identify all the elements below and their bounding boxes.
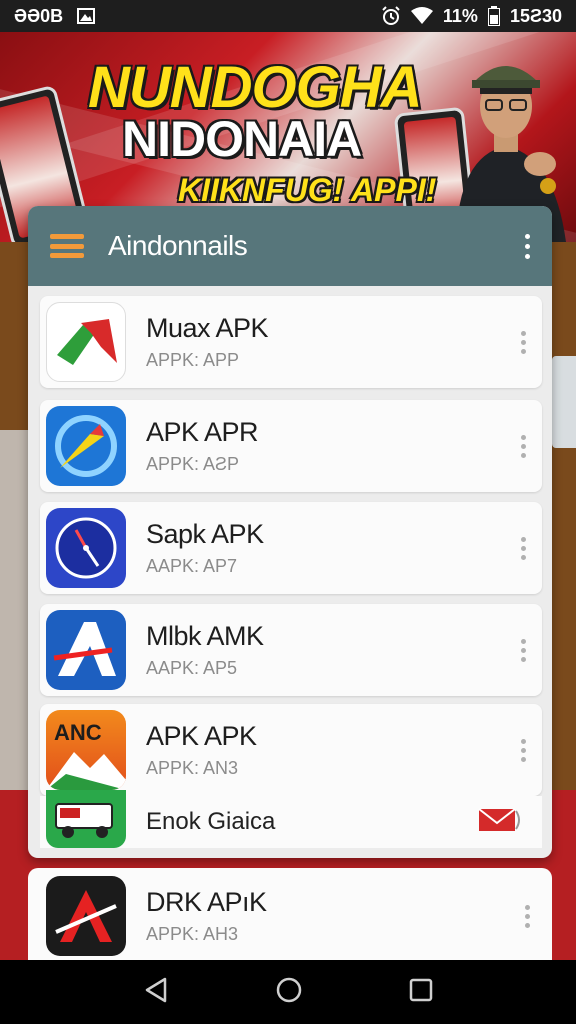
app-list-card: Aindonnails Muax APK APPK: APP APK APR A…	[28, 206, 552, 858]
item-overflow-icon[interactable]	[521, 536, 526, 560]
item-overflow-icon[interactable]	[521, 738, 526, 762]
blue-clock-dial-icon	[46, 508, 126, 588]
app-subtitle: APPK: AN3	[146, 758, 239, 778]
app-subtitle: APPK: AƧP	[146, 454, 240, 474]
app-name: Muax APK	[146, 313, 269, 343]
overflow-menu-icon[interactable]	[525, 233, 530, 259]
status-clock: 15Ƨ30	[509, 5, 562, 26]
back-triangle-icon[interactable]	[143, 977, 169, 1008]
app-name: APK APK	[146, 721, 257, 751]
blue-compass-swoosh-icon	[46, 406, 126, 486]
app-name: APK APR	[146, 417, 259, 447]
hamburger-menu-icon[interactable]	[50, 234, 84, 258]
item-overflow-icon[interactable]	[521, 330, 526, 354]
app-subtitle: AAPK: AP7	[146, 556, 238, 576]
item-overflow-icon[interactable]	[521, 434, 526, 458]
banner-title-line2: NIDONAIA	[122, 111, 362, 167]
list-item[interactable]: ANC APK APK APPK: AN3	[40, 704, 542, 796]
recents-square-icon[interactable]	[409, 978, 433, 1007]
app-bar: Aindonnails	[28, 206, 552, 286]
app-subtitle: APPK: APP	[146, 350, 240, 370]
app-bar-title: Aindonnails	[108, 230, 248, 261]
app-name: Mlbk AMK	[146, 621, 264, 651]
background-strip	[0, 430, 28, 790]
home-circle-icon[interactable]	[275, 976, 303, 1009]
list-item[interactable]: APK APR APPK: AƧP	[40, 400, 542, 492]
red-green-arrow-icon	[46, 302, 126, 382]
black-red-a-icon	[46, 876, 126, 956]
list-footer-row[interactable]: Enok Giaica	[40, 790, 542, 848]
list-item[interactable]: DRK APıK APPK: AH3	[28, 868, 552, 964]
system-nav-bar	[0, 960, 576, 1024]
banner-subtitle: KIIKNFUG! APPI!	[178, 172, 437, 208]
background-strip	[552, 356, 576, 448]
list-item[interactable]: Muax APK APPK: APP	[40, 296, 542, 388]
svg-text:ANC: ANC	[54, 720, 102, 745]
battery-percent: 11%	[442, 5, 478, 26]
wifi-icon	[410, 7, 433, 25]
item-overflow-icon[interactable]	[525, 904, 530, 928]
list-item[interactable]: Mlbk AMK AAPK: AP5	[40, 604, 542, 696]
footer-text: Enok Giaica	[146, 808, 276, 835]
status-time-left: ƏƏ0Β	[14, 5, 64, 26]
list-item[interactable]: Sapk APK AAPK: AP7	[40, 502, 542, 594]
mail-envelope-icon[interactable]	[478, 807, 522, 838]
anc-mountain-icon: ANC	[46, 710, 126, 790]
truck-icon	[46, 790, 126, 848]
item-overflow-icon[interactable]	[521, 638, 526, 662]
app-subtitle: APPK: AH3	[146, 924, 239, 944]
alarm-icon	[381, 6, 401, 26]
app-name: Sapk APK	[146, 519, 264, 549]
app-subtitle: AAPK: AP5	[146, 658, 238, 678]
battery-icon	[487, 6, 500, 26]
status-bar: ƏƏ0Β 11% 15Ƨ30	[0, 0, 576, 32]
app-name: DRK APıK	[146, 887, 267, 917]
apk-letter-a-icon	[46, 610, 126, 690]
image-notification-icon	[77, 8, 96, 24]
